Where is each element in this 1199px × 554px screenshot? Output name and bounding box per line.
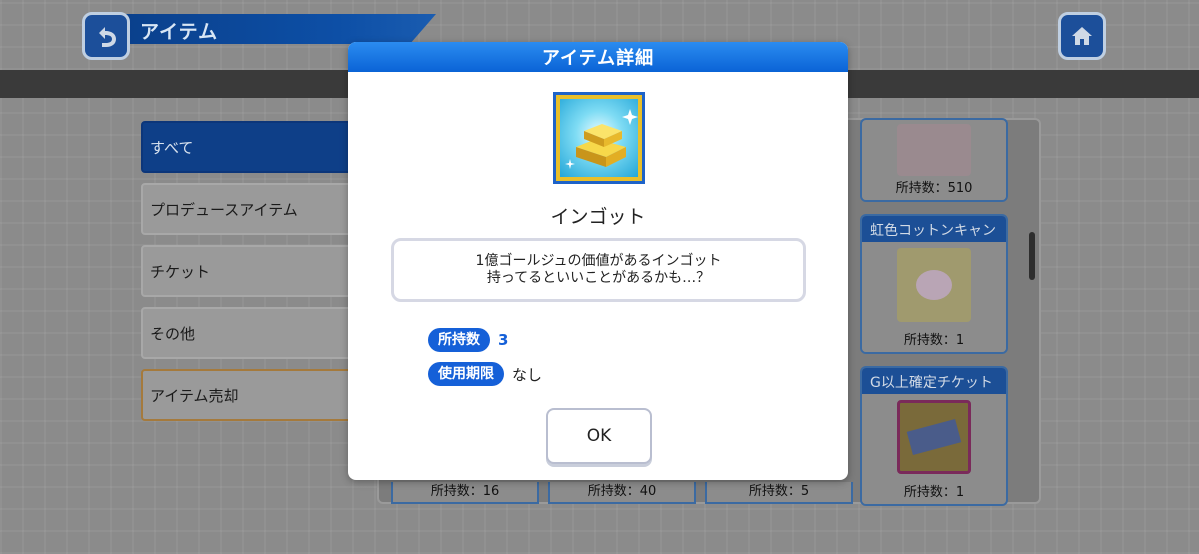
sidebar-item-label: すべて: [150, 138, 194, 157]
sidebar-item-sell[interactable]: アイテム売却: [141, 369, 361, 421]
expiry-row: 使用期限 なし: [428, 362, 542, 386]
item-name: 虹色コットンキャン: [862, 216, 1006, 242]
ok-label: OK: [586, 426, 612, 446]
ticket-icon: [897, 124, 971, 176]
home-icon: [1072, 27, 1092, 45]
sidebar-item-label: チケット: [150, 262, 211, 281]
item-detail-modal: アイテム詳細 インゴット 1億ゴールジュの価値があるインゴット 持ってるといいこ…: [348, 42, 848, 480]
item-count: 所持数：5: [705, 482, 853, 504]
grid-scrollbar[interactable]: [1029, 232, 1035, 280]
item-card[interactable]: 所持数：510: [860, 118, 1008, 202]
modal-title: アイテム詳細: [541, 48, 655, 69]
sidebar-item-label: プロデュースアイテム: [150, 200, 298, 219]
description-line: 1億ゴールジュの価値があるインゴット: [475, 253, 722, 269]
sidebar-item-all[interactable]: すべて: [141, 121, 361, 173]
item-count: 所持数：16: [391, 482, 539, 504]
gold-ingot-icon: [553, 92, 645, 184]
item-count: 所持数：1: [862, 482, 1006, 504]
sidebar-item-produce-items[interactable]: プロデュースアイテム: [141, 183, 361, 235]
home-button[interactable]: [1058, 12, 1106, 60]
item-name: インゴット: [550, 206, 646, 228]
item-count: 所持数：40: [548, 482, 696, 504]
owned-count-row: 所持数 3: [428, 328, 508, 352]
item-name: G以上確定チケット: [862, 368, 1006, 394]
sidebar-item-other[interactable]: その他: [141, 307, 361, 359]
owned-value: 3: [498, 331, 509, 349]
sidebar-item-label: アイテム売却: [150, 386, 239, 405]
sidebar-item-label: その他: [150, 324, 196, 343]
item-count: 所持数：1: [862, 330, 1006, 352]
page-title: アイテム: [140, 21, 219, 43]
sidebar-item-tickets[interactable]: チケット: [141, 245, 361, 297]
description-line: 持ってるといいことがあるかも…？: [486, 270, 711, 286]
item-card[interactable]: G以上確定チケット 所持数：1: [860, 366, 1008, 506]
modal-header: アイテム詳細: [348, 42, 848, 72]
ok-button[interactable]: OK: [546, 408, 652, 464]
expiry-label: 使用期限: [428, 362, 504, 386]
item-card[interactable]: 虹色コットンキャン 所持数：1: [860, 214, 1008, 354]
expiry-value: なし: [512, 365, 543, 384]
ticket-icon: [897, 400, 971, 474]
item-description: 1億ゴールジュの価値があるインゴット 持ってるといいことがあるかも…？: [391, 238, 806, 302]
owned-label: 所持数: [428, 328, 490, 352]
back-button[interactable]: [82, 12, 130, 60]
cotton-candy-icon: [897, 248, 971, 322]
back-arrow-icon: [99, 27, 116, 47]
item-count: 所持数：510: [862, 178, 1006, 200]
